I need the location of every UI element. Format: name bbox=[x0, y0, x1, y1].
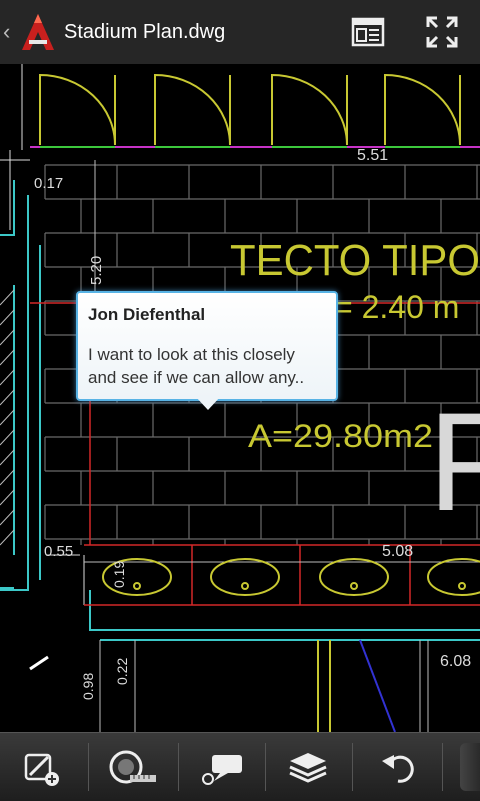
dim-label: 5.20 bbox=[88, 256, 105, 285]
dim-label: 0.55 bbox=[44, 543, 73, 560]
comment-text: I want to look at this closely and see i… bbox=[88, 345, 305, 387]
room-title: TECTO TIPO bbox=[230, 236, 480, 285]
dim-label: 5.51 bbox=[357, 147, 388, 164]
comment-bubble[interactable]: Jon Diefenthal I want to look at this cl… bbox=[76, 291, 338, 401]
file-title: Stadium Plan.dwg bbox=[64, 21, 226, 43]
room-area: A=29.80m2 bbox=[248, 418, 433, 454]
dim-label: 0.98 bbox=[80, 673, 96, 700]
sink-fixtures bbox=[102, 558, 480, 596]
layers-icon[interactable] bbox=[284, 733, 332, 801]
layout-sheet-icon[interactable] bbox=[348, 12, 388, 52]
fullscreen-icon[interactable] bbox=[422, 12, 462, 52]
dim-label: 0.19 bbox=[111, 561, 127, 588]
dim-label: 0.22 bbox=[114, 658, 130, 685]
dim-label: 0.17 bbox=[34, 175, 63, 192]
dim-label: 6.08 bbox=[440, 653, 471, 670]
toolbar-more-edge[interactable] bbox=[460, 743, 480, 791]
comment-icon[interactable] bbox=[200, 733, 248, 801]
autocad-logo-icon[interactable] bbox=[20, 12, 56, 52]
dim-label: 5.08 bbox=[382, 543, 413, 560]
toolbar-divider bbox=[88, 743, 89, 791]
toolbar-divider bbox=[442, 743, 443, 791]
undo-icon[interactable] bbox=[376, 733, 420, 801]
comment-author: Jon Diefenthal bbox=[88, 305, 206, 324]
bottom-toolbar bbox=[0, 732, 480, 801]
room-height: = 2.40 m bbox=[334, 289, 459, 325]
door-swings bbox=[39, 73, 461, 146]
back-chevron-icon[interactable]: ‹ bbox=[3, 18, 17, 46]
toolbar-divider bbox=[178, 743, 179, 791]
room-letter: P bbox=[428, 383, 480, 540]
toolbar-divider bbox=[352, 743, 353, 791]
top-action-bar: ‹ Stadium Plan.dwg bbox=[0, 0, 480, 65]
toolbar-divider bbox=[265, 743, 266, 791]
markup-pen-icon[interactable] bbox=[20, 733, 64, 801]
comment-bubble-tail bbox=[195, 396, 221, 410]
measure-tape-icon[interactable] bbox=[104, 733, 160, 801]
